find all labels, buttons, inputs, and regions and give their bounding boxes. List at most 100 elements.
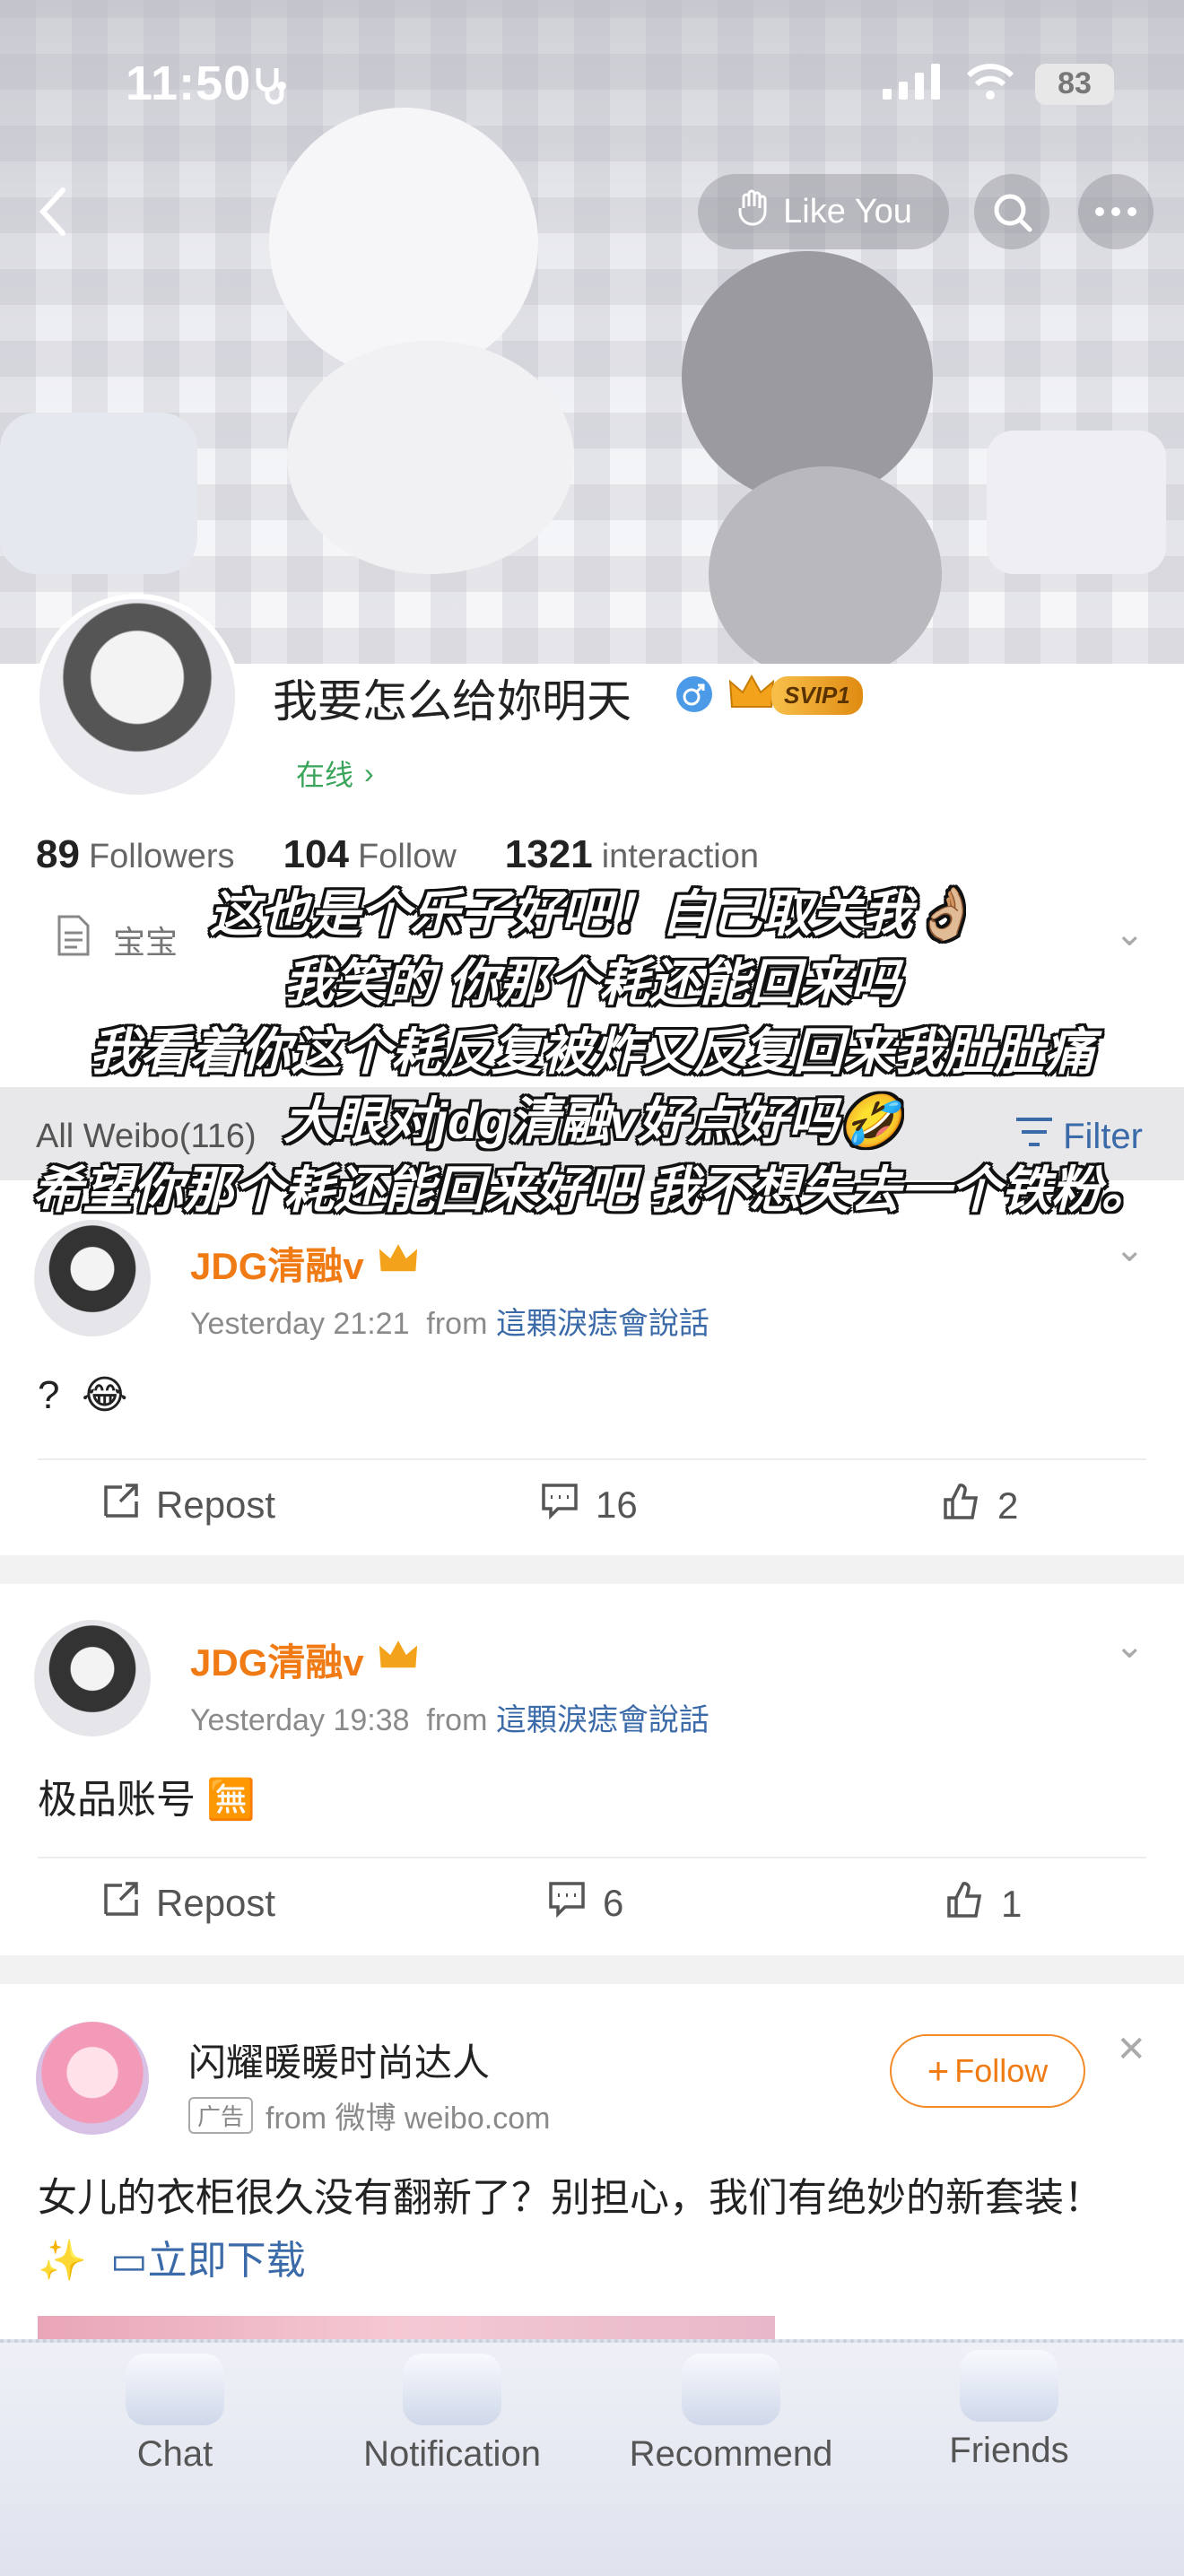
back-button[interactable] xyxy=(36,185,72,243)
search-button[interactable] xyxy=(974,174,1049,249)
caption-line: 这也是个乐子好吧！自己取关我👌🏼 xyxy=(209,885,975,942)
follow-button[interactable]: + Follow xyxy=(890,2034,1085,2108)
like-count: 1 xyxy=(1001,1883,1023,1925)
nav-notification-label: Notification xyxy=(363,2434,541,2474)
post-text-content: ? xyxy=(38,1373,60,1417)
thumbs-up-icon xyxy=(945,1880,985,1928)
post-author-label: JDG清融v xyxy=(190,1245,364,1287)
followers-label: Followers xyxy=(88,838,235,875)
post-divider xyxy=(38,1458,1146,1460)
following-label: Follow xyxy=(357,838,457,875)
thumbs-up-icon xyxy=(942,1482,981,1530)
post-separator xyxy=(0,1955,1184,1984)
cellular-signal-icon xyxy=(883,64,945,104)
ad-author-avatar[interactable] xyxy=(36,2022,149,2135)
post-time: Yesterday 21:21 xyxy=(190,1307,410,1341)
post-from-label: from xyxy=(426,1307,488,1341)
download-link-label: 立即下载 xyxy=(147,2239,306,2283)
download-icon: ▭ xyxy=(110,2239,148,2283)
male-gender-icon xyxy=(675,674,714,718)
comment-count: 6 xyxy=(603,1882,624,1924)
following-stat[interactable]: 104 Follow xyxy=(283,832,457,877)
post-author-label: JDG清融v xyxy=(190,1641,364,1684)
ad-meta: 广告 from 微博 weibo.com xyxy=(188,2093,550,2137)
repost-icon xyxy=(102,1482,140,1528)
post-author-avatar[interactable] xyxy=(34,1220,151,1336)
ad-author-name[interactable]: 闪耀暖暖时尚达人 xyxy=(188,2032,490,2087)
profile-stats: 89 Followers 104 Follow 1321 interaction xyxy=(36,832,759,877)
interaction-stat[interactable]: 1321 interaction xyxy=(505,832,759,877)
free-badge-emoji-icon: 🈚 xyxy=(206,1778,257,1822)
post-meta: Yesterday 19:38 from 這顆淚痣會說話 xyxy=(190,1695,710,1739)
chat-icon xyxy=(126,2354,224,2425)
plus-icon: + xyxy=(927,2049,950,2092)
svip-badge[interactable]: SVIP1 xyxy=(727,671,863,720)
like-count: 2 xyxy=(997,1484,1019,1527)
like-button[interactable]: 1 xyxy=(945,1880,1022,1928)
friends-icon xyxy=(960,2350,1058,2422)
battery-indicator: 83 xyxy=(1035,63,1114,105)
caption-line: 大眼对jdg清融v好点好吗🤣 xyxy=(283,1092,901,1149)
download-link[interactable]: ▭立即下载 xyxy=(110,2239,306,2283)
laughing-emoji-icon: 😂 xyxy=(81,1373,128,1417)
nav-recommend[interactable]: Recommend xyxy=(619,2354,843,2475)
online-status[interactable]: 在线 › xyxy=(274,748,396,798)
nav-chat[interactable]: Chat xyxy=(117,2354,233,2475)
post-text-content: 极品账号 xyxy=(38,1778,196,1822)
crown-icon xyxy=(375,1636,422,1684)
more-button[interactable] xyxy=(1078,174,1154,249)
repost-label: Repost xyxy=(156,1484,276,1526)
comment-count: 16 xyxy=(596,1484,638,1526)
notification-icon xyxy=(403,2354,501,2425)
profile-avatar[interactable] xyxy=(34,594,240,800)
followers-count: 89 xyxy=(36,832,80,876)
nav-notification[interactable]: Notification xyxy=(344,2354,560,2475)
overlay-caption: 这也是个乐子好吧！自己取关我👌🏼 我笑的 你那个耗还能回来吗 我看着你这个耗反复… xyxy=(0,879,1184,1224)
ad-source: from 微博 weibo.com xyxy=(266,2102,551,2136)
followers-stat[interactable]: 89 Followers xyxy=(36,832,235,877)
wifi-icon xyxy=(965,63,1015,105)
caption-line: 我笑的 你那个耗还能回来吗 xyxy=(283,954,901,1011)
like-button[interactable]: 2 xyxy=(942,1482,1018,1530)
nav-friends[interactable]: Friends xyxy=(933,2350,1085,2471)
post-separator xyxy=(0,1555,1184,1584)
post-author-name[interactable]: JDG清融v xyxy=(190,1236,422,1291)
post-menu-chevron-icon[interactable]: ⌄ xyxy=(1114,1625,1145,1667)
like-you-button[interactable]: Like You xyxy=(698,174,949,249)
follow-label: Follow xyxy=(954,2052,1049,2089)
ad-tag: 广告 xyxy=(188,2097,254,2134)
wave-hand-icon xyxy=(735,188,772,235)
caption-line: 希望你那个耗还能回来好吧 我不想失去一个铁粉。 xyxy=(32,1162,1152,1218)
stethoscope-icon xyxy=(249,63,294,112)
profile-name: 我要怎么给妳明天 xyxy=(273,676,631,727)
post-text: 极品账号 🈚 xyxy=(38,1767,256,1824)
back-arrow-icon xyxy=(39,187,65,236)
post-source[interactable]: 這顆淚痣會說話 xyxy=(496,1307,710,1341)
post-author-name[interactable]: JDG清融v xyxy=(190,1632,422,1687)
interaction-label: interaction xyxy=(601,838,760,875)
recommend-icon xyxy=(682,2354,780,2425)
post-time: Yesterday 19:38 xyxy=(190,1703,410,1737)
like-you-label: Like You xyxy=(783,192,912,231)
comment-button[interactable]: 16 xyxy=(540,1482,638,1528)
repost-button[interactable]: Repost xyxy=(102,1482,275,1528)
post-text: ? 😂 xyxy=(38,1372,127,1418)
ad-text-content: 女儿的衣柜很久没有翻新了？别担心，我们有绝妙的新套装！ xyxy=(38,2176,1103,2220)
crown-icon xyxy=(727,671,777,720)
svip-label: SVIP1 xyxy=(771,676,863,715)
post-from-label: from xyxy=(426,1703,488,1737)
more-dots-icon xyxy=(1095,207,1136,216)
status-indicators: 83 xyxy=(883,63,1114,105)
post-divider xyxy=(38,1857,1146,1858)
close-icon[interactable]: ✕ xyxy=(1116,2029,1146,2070)
repost-button[interactable]: Repost xyxy=(102,1880,275,1927)
comment-icon xyxy=(540,1482,579,1528)
post-source[interactable]: 這顆淚痣會說話 xyxy=(496,1703,710,1737)
ad-text: 女儿的衣柜很久没有翻新了？别担心，我们有绝妙的新套装！ ✨ ▭立即下载 xyxy=(38,2167,1150,2293)
online-status-label: 在线 xyxy=(296,759,354,791)
post-author-avatar[interactable] xyxy=(34,1620,151,1736)
post-menu-chevron-icon[interactable]: ⌄ xyxy=(1114,1229,1145,1270)
following-count: 104 xyxy=(283,832,349,876)
comment-button[interactable]: 6 xyxy=(547,1880,623,1927)
post-meta: Yesterday 21:21 from 這顆淚痣會說話 xyxy=(190,1299,710,1343)
